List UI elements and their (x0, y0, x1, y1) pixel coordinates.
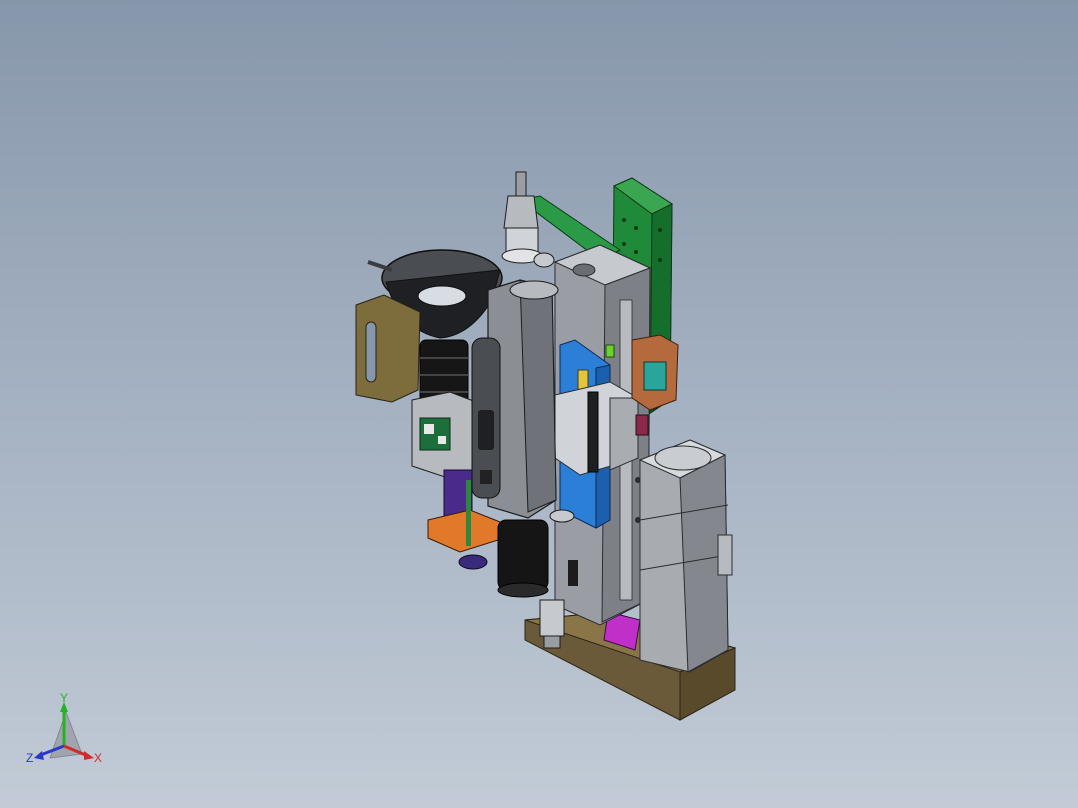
electric-screwdriver (471, 279, 559, 519)
olive-bracket (355, 294, 421, 403)
x-axis-head (84, 751, 94, 760)
z-axis-head (34, 751, 44, 760)
z-axis-label: Z (26, 751, 33, 765)
servo-motor (638, 439, 733, 673)
x-axis-label: X (94, 751, 102, 765)
graphics-viewport[interactable]: Y Z X (0, 0, 1078, 808)
slider-block (554, 381, 639, 476)
camera-lens (411, 339, 477, 479)
orientation-triad[interactable]: Y Z X (22, 692, 112, 772)
3d-model-assembly[interactable] (0, 0, 1078, 808)
y-axis-label: Y (60, 692, 68, 705)
